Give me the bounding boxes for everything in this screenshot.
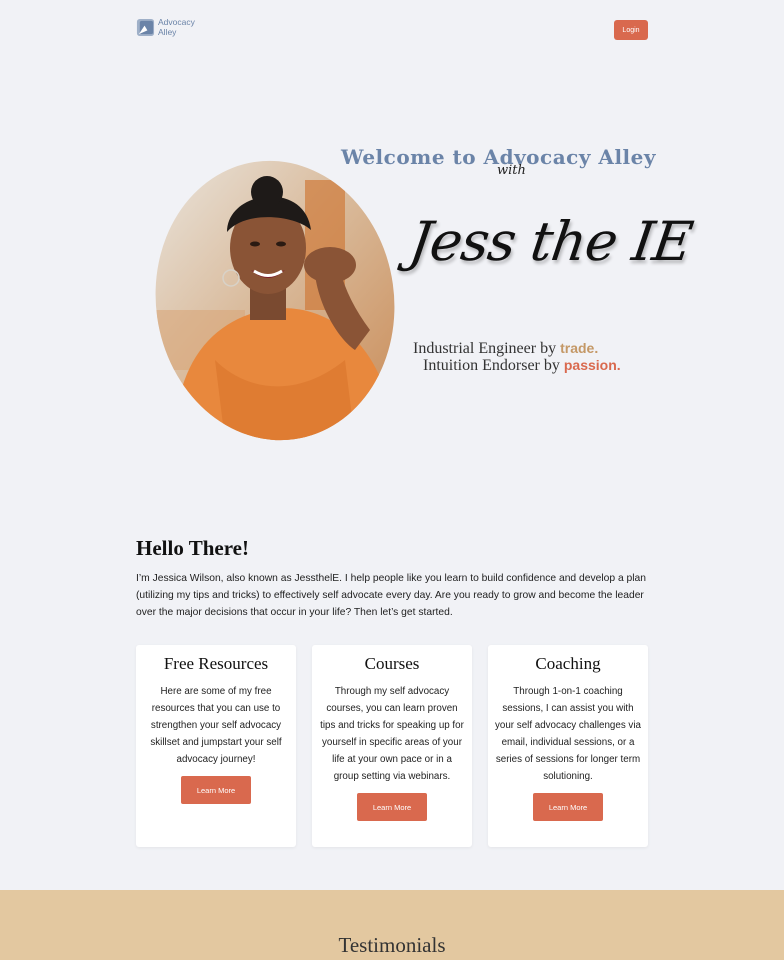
intro-body: I’m Jessica Wilson, also known as Jessth… xyxy=(136,573,646,618)
card-title: Courses xyxy=(364,654,420,673)
card-title: Free Resources xyxy=(163,654,269,673)
card-body: Through my self advocacy courses, you ca… xyxy=(320,686,464,782)
testimonials-section: Testimonials xyxy=(0,890,784,960)
card-courses: Courses Through my self advocacy courses… xyxy=(312,645,472,847)
tagline-trade-keyword: trade. xyxy=(560,340,599,356)
site-logo[interactable]: Advocacy Alley xyxy=(136,17,195,37)
card-body: Here are some of my free resources that … xyxy=(150,686,282,765)
tagline-passion: Intuition Endorser by passion. xyxy=(423,357,621,375)
portrait-image xyxy=(155,160,395,441)
card-coaching: Coaching Through 1-on-1 coaching session… xyxy=(488,645,648,847)
card-title: Coaching xyxy=(535,654,601,673)
logo-line-2: Alley xyxy=(158,26,177,37)
card-body: Through 1-on-1 coaching sessions, I can … xyxy=(495,686,641,782)
tagline-trade: Industrial Engineer by trade. xyxy=(413,340,598,358)
learn-more-button[interactable]: Learn More xyxy=(181,776,251,804)
login-button[interactable]: Login xyxy=(614,20,648,40)
testimonials-heading: Testimonials xyxy=(338,933,446,957)
card-free-resources: Free Resources Here are some of my free … xyxy=(136,645,296,847)
hero-with: with xyxy=(497,163,526,178)
logo-text: Advocacy Alley xyxy=(158,17,195,37)
learn-more-button[interactable]: Learn More xyxy=(533,793,603,821)
intro-heading: Hello There! xyxy=(136,536,249,560)
learn-more-button[interactable]: Learn More xyxy=(357,793,427,821)
logo-icon xyxy=(136,18,155,37)
tagline-trade-prefix: Industrial Engineer by xyxy=(413,340,561,357)
tagline-passion-prefix: Intuition Endorser by xyxy=(423,357,564,374)
signature-text: Jess the IE xyxy=(405,210,696,273)
tagline-passion-keyword: passion. xyxy=(563,357,621,373)
